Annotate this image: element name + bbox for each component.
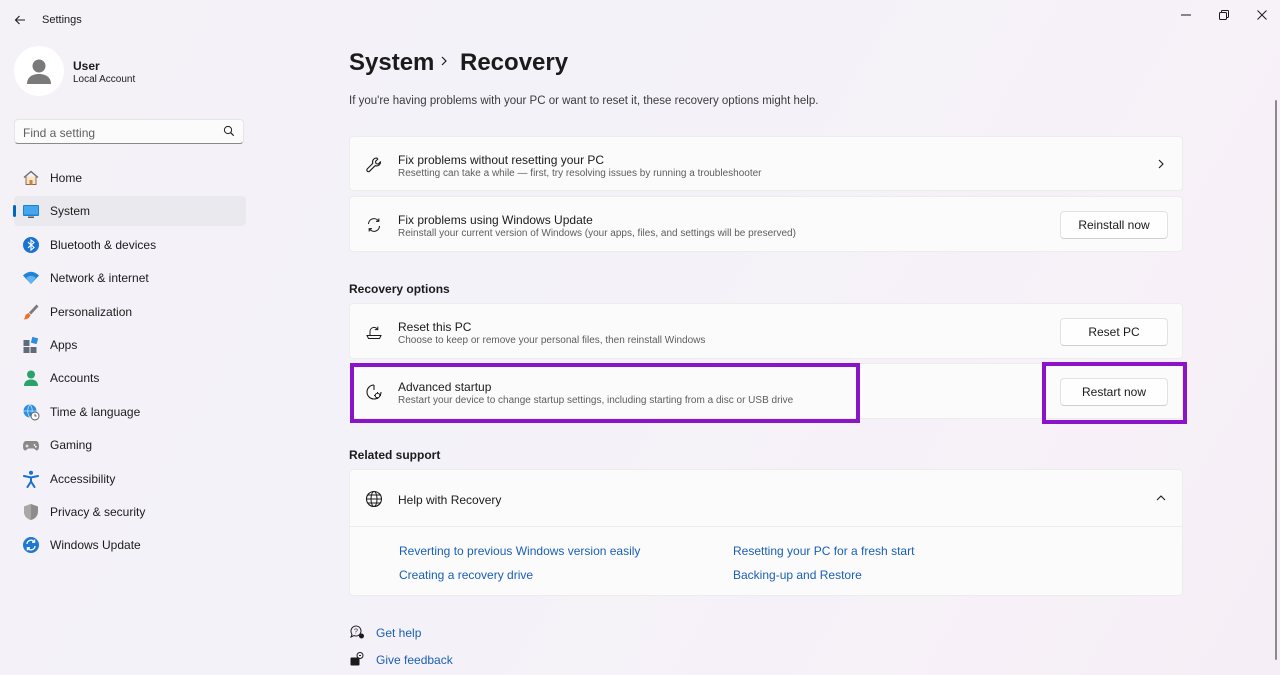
sidebar-item-system[interactable]: System (13, 196, 246, 227)
sidebar-nav: Home System Bluetooth & devices Network … (13, 163, 246, 564)
fix-without-reset-card[interactable]: Fix problems without resetting your PC R… (349, 136, 1183, 191)
link-creating-recovery-drive[interactable]: Creating a recovery drive (399, 568, 533, 582)
sidebar-item-label: Accounts (50, 371, 100, 386)
sidebar-item-apps[interactable]: Apps (14, 330, 246, 360)
sidebar-item-label: Accessibility (50, 471, 116, 486)
sidebar-item-personalization[interactable]: Personalization (14, 297, 246, 327)
sidebar-item-label: Apps (50, 337, 78, 352)
divider (350, 526, 1182, 527)
sidebar-item-label: System (50, 204, 91, 219)
bluetooth-icon (22, 236, 40, 254)
home-icon (22, 169, 40, 187)
page-title: Recovery (460, 49, 569, 76)
link-backing-up-restore[interactable]: Backing-up and Restore (733, 568, 862, 582)
search-input[interactable]: Find a setting (14, 119, 244, 144)
title-bar: Settings (0, 0, 1280, 40)
sidebar-item-accounts[interactable]: Accounts (14, 363, 246, 393)
brush-icon (22, 303, 40, 321)
sidebar-item-bluetooth[interactable]: Bluetooth & devices (14, 230, 246, 260)
minimize-icon (1181, 14, 1191, 16)
reset-pc-button[interactable]: Reset PC (1060, 318, 1168, 346)
update-icon (22, 536, 40, 554)
user-name: User (73, 59, 100, 73)
person-icon (22, 369, 40, 387)
card-description: Restart your device to change startup se… (398, 395, 794, 406)
account-type: Local Account (73, 74, 136, 85)
globe-icon (364, 489, 384, 509)
gamepad-icon (22, 436, 40, 454)
chevron-right-icon (441, 56, 447, 66)
section-heading-recovery-options: Recovery options (349, 282, 450, 296)
reset-pc-card: Reset this PC Choose to keep or remove y… (349, 303, 1183, 359)
minimize-button[interactable] (1166, 4, 1206, 26)
svg-text:?: ? (354, 629, 358, 636)
sidebar-item-label: Bluetooth & devices (50, 237, 157, 252)
scrollbar[interactable] (1275, 100, 1277, 660)
link-reverting-windows-version[interactable]: Reverting to previous Windows version ea… (399, 544, 640, 558)
card-description: Reinstall your current version of Window… (398, 228, 796, 239)
shield-icon (22, 503, 40, 521)
chevron-up-icon[interactable] (1154, 491, 1168, 505)
give-feedback-icon (349, 651, 365, 667)
reinstall-now-button[interactable]: Reinstall now (1060, 211, 1168, 239)
card-description: Resetting can take a while — first, try … (398, 168, 762, 179)
chevron-right-icon (1154, 157, 1168, 171)
section-heading-related-support: Related support (349, 448, 441, 462)
avatar (14, 46, 64, 96)
sidebar-item-time-language[interactable]: Time & language (14, 397, 246, 427)
sidebar-item-accessibility[interactable]: Accessibility (14, 464, 246, 494)
restore-icon (1219, 10, 1229, 20)
globe-clock-icon (22, 403, 40, 421)
card-title: Advanced startup (398, 380, 492, 394)
sidebar-item-network[interactable]: Network & internet (14, 263, 246, 293)
advanced-startup-card: Advanced startup Restart your device to … (349, 363, 1183, 419)
search-placeholder: Find a setting (23, 126, 96, 140)
sync-icon (364, 215, 384, 235)
sidebar-item-home[interactable]: Home (14, 163, 246, 193)
search-icon (223, 125, 235, 137)
wrench-icon (364, 155, 384, 175)
sidebar-item-windows-update[interactable]: Windows Update (14, 530, 246, 560)
back-arrow-icon (14, 15, 25, 25)
restore-button[interactable] (1204, 4, 1244, 26)
sidebar-item-privacy-security[interactable]: Privacy & security (14, 497, 246, 527)
sidebar-item-label: Windows Update (50, 538, 141, 553)
sidebar-item-label: Time & language (50, 404, 141, 419)
breadcrumb-parent[interactable]: System (349, 49, 434, 77)
card-title: Fix problems using Windows Update (398, 213, 593, 227)
close-button[interactable] (1242, 4, 1280, 26)
sidebar-item-label: Privacy & security (50, 504, 146, 519)
card-title: Reset this PC (398, 320, 472, 334)
help-with-recovery-card: Help with Recovery Reverting to previous… (349, 469, 1183, 596)
wifi-icon (22, 269, 40, 287)
close-icon (1257, 10, 1267, 20)
system-display-icon (22, 202, 40, 220)
card-title: Fix problems without resetting your PC (398, 153, 605, 167)
card-description: Choose to keep or remove your personal f… (398, 335, 706, 346)
page-subtitle: If you're having problems with your PC o… (349, 95, 819, 107)
back-button[interactable] (10, 10, 30, 30)
fix-windows-update-card: Fix problems using Windows Update Reinst… (349, 196, 1183, 252)
sidebar-item-gaming[interactable]: Gaming (14, 430, 246, 460)
app-title: Settings (42, 14, 82, 26)
restart-now-button[interactable]: Restart now (1060, 378, 1168, 406)
accessibility-icon (22, 470, 40, 488)
link-resetting-pc-fresh-start[interactable]: Resetting your PC for a fresh start (733, 544, 914, 558)
apps-icon (22, 336, 40, 354)
sidebar-item-label: Personalization (50, 304, 133, 319)
sidebar-item-label: Home (50, 171, 83, 185)
help-expander-title[interactable]: Help with Recovery (398, 493, 501, 507)
get-help-link[interactable]: Get help (376, 626, 421, 640)
reset-pc-icon (364, 322, 384, 342)
avatar-person-icon (27, 59, 51, 84)
sidebar-item-label: Gaming (50, 438, 93, 453)
sidebar-item-label: Network & internet (50, 271, 149, 286)
advanced-startup-icon (364, 382, 384, 402)
get-help-icon: ? (349, 624, 365, 640)
give-feedback-link[interactable]: Give feedback (376, 653, 453, 667)
